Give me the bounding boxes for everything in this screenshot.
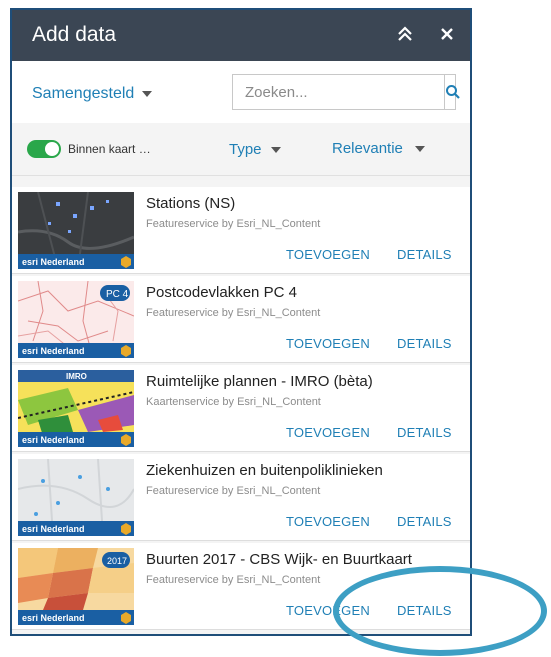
result-item: esri Nederland Ziekenhuizen en buitenpol… [12, 454, 470, 541]
item-title: Ziekenhuizen en buitenpoliklinieken [146, 462, 383, 479]
item-subtitle: Featureservice by Esri_NL_Content [146, 574, 321, 586]
relevance-dropdown-label: Relevantie [332, 140, 403, 157]
details-button[interactable]: DETAILS [397, 603, 452, 618]
panel-header: Add data [12, 10, 470, 61]
thumb-logo: esri Nederland [22, 346, 85, 356]
panel-title: Add data [32, 23, 117, 46]
thumb-logo: esri Nederland [22, 524, 85, 534]
type-dropdown[interactable]: Type [229, 141, 281, 158]
caret-down-icon [142, 91, 153, 97]
result-item: esri Nederland Stations (NS) Featureserv… [12, 187, 470, 274]
source-dropdown-label: Samengesteld [32, 85, 135, 102]
thumb-badge: PC 4 [106, 289, 129, 300]
item-title: Stations (NS) [146, 195, 236, 212]
type-dropdown-label: Type [229, 141, 262, 158]
search-button[interactable] [444, 75, 461, 109]
item-thumbnail: esri Nederland [18, 192, 134, 269]
search-icon [446, 85, 460, 99]
double-chevron-up-icon[interactable] [395, 23, 415, 45]
item-title: Buurten 2017 - CBS Wijk- en Buurtkaart [146, 551, 412, 568]
thumb-logo: esri Nederland [22, 257, 85, 267]
item-thumbnail: 2017 esri Nederland [18, 548, 134, 625]
toggle-knob [45, 142, 59, 156]
add-data-panel: Add data Samengesteld Binnen kaart … Typ… [10, 8, 472, 636]
caret-down-icon [414, 145, 425, 152]
item-subtitle: Featureservice by Esri_NL_Content [146, 218, 321, 230]
item-title: Ruimtelijke plannen - IMRO (bèta) [146, 373, 373, 390]
add-button[interactable]: TOEVOEGEN [286, 336, 370, 351]
details-button[interactable]: DETAILS [397, 336, 452, 351]
details-button[interactable]: DETAILS [397, 247, 452, 262]
item-subtitle: Kaartenservice by Esri_NL_Content [146, 396, 321, 408]
thumb-logo: esri Nederland [22, 435, 85, 445]
item-subtitle: Featureservice by Esri_NL_Content [146, 307, 321, 319]
result-item: 2017 esri Nederland Buurten 2017 - CBS W… [12, 543, 470, 630]
result-item: PC 4 esri Nederland Postcodevlakken PC 4… [12, 276, 470, 363]
add-button[interactable]: TOEVOEGEN [286, 514, 370, 529]
search-row: Samengesteld [12, 61, 470, 123]
item-subtitle: Featureservice by Esri_NL_Content [146, 485, 321, 497]
thumb-logo: esri Nederland [22, 613, 85, 623]
filter-row: Binnen kaart … Type Relevantie [12, 123, 470, 176]
details-button[interactable]: DETAILS [397, 514, 452, 529]
add-button[interactable]: TOEVOEGEN [286, 603, 370, 618]
details-button[interactable]: DETAILS [397, 425, 452, 440]
thumb-badge: IMRO [66, 372, 87, 381]
add-button[interactable]: TOEVOEGEN [286, 425, 370, 440]
result-item: IMRO esri Nederland Ruimtelijke plannen … [12, 365, 470, 452]
search-box [232, 74, 460, 110]
item-thumbnail: IMRO esri Nederland [18, 370, 134, 447]
item-title: Postcodevlakken PC 4 [146, 284, 297, 301]
within-map-label: Binnen kaart … [68, 142, 151, 156]
item-thumbnail: PC 4 esri Nederland [18, 281, 134, 358]
source-dropdown[interactable]: Samengesteld [32, 85, 153, 103]
thumb-badge: 2017 [107, 556, 127, 566]
within-map-toggle[interactable] [27, 140, 61, 158]
close-icon[interactable] [437, 23, 457, 45]
search-input[interactable] [233, 75, 444, 109]
item-thumbnail: esri Nederland [18, 459, 134, 536]
relevance-dropdown[interactable]: Relevantie [332, 140, 425, 157]
add-button[interactable]: TOEVOEGEN [286, 247, 370, 262]
caret-down-icon [270, 146, 281, 153]
